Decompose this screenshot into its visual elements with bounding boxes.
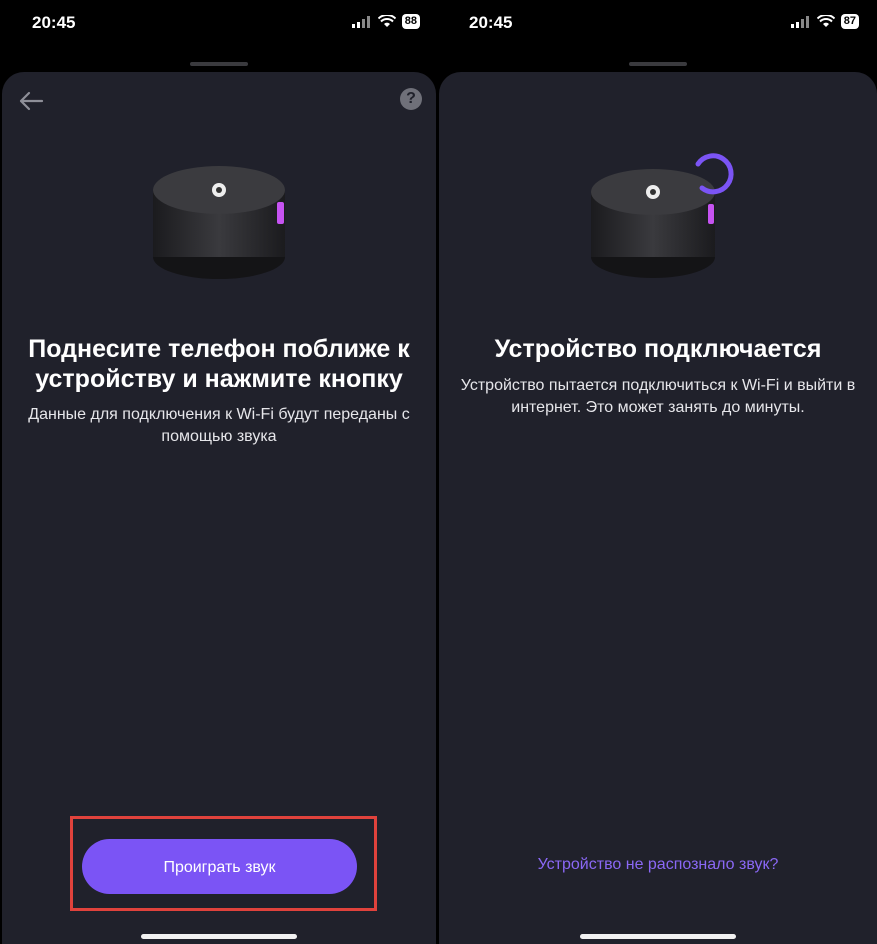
status-time: 20:45 — [469, 13, 513, 32]
battery-indicator: 88 — [401, 14, 420, 29]
back-button[interactable] — [16, 88, 46, 114]
page-title: Поднесите телефон поближе к устройству и… — [28, 335, 410, 393]
page-title: Устройство подключается — [494, 335, 822, 363]
signal-icon — [790, 15, 809, 28]
left-screen: 20:45 88 ? Поднесите телефон поближе к у… — [0, 0, 438, 944]
wifi-icon — [816, 15, 835, 27]
sound-not-recognized-link[interactable]: Устройство не распознало звук? — [439, 856, 877, 874]
home-indicator — [141, 934, 297, 939]
smart-speaker-image — [153, 166, 285, 279]
bottom-sheet: ? Поднесите телефон поближе к устройству… — [2, 72, 436, 944]
page-subtitle: Устройство пытается подключиться к Wi-Fi… — [460, 377, 856, 416]
battery-indicator: 87 — [840, 14, 859, 29]
status-icons: 87 — [790, 14, 859, 29]
home-indicator — [580, 934, 736, 939]
sheet-grabber[interactable] — [190, 62, 248, 66]
arrow-left-icon — [19, 91, 44, 111]
play-sound-button[interactable]: Проиграть звук — [82, 839, 357, 894]
right-screen: 20:45 87 Устройство подключается Устройс… — [439, 0, 877, 944]
question-circle-icon[interactable]: ? — [400, 88, 422, 110]
smart-speaker-image — [591, 153, 734, 278]
loading-spinner-icon — [695, 153, 734, 195]
signal-icon — [351, 15, 370, 28]
bottom-sheet: Устройство подключается Устройство пытае… — [439, 72, 877, 944]
page-subtitle: Данные для подключения к Wi-Fi будут пер… — [28, 406, 410, 445]
sheet-grabber[interactable] — [629, 62, 687, 66]
status-time: 20:45 — [32, 13, 76, 32]
status-icons: 88 — [351, 14, 420, 29]
wifi-icon — [377, 15, 396, 27]
